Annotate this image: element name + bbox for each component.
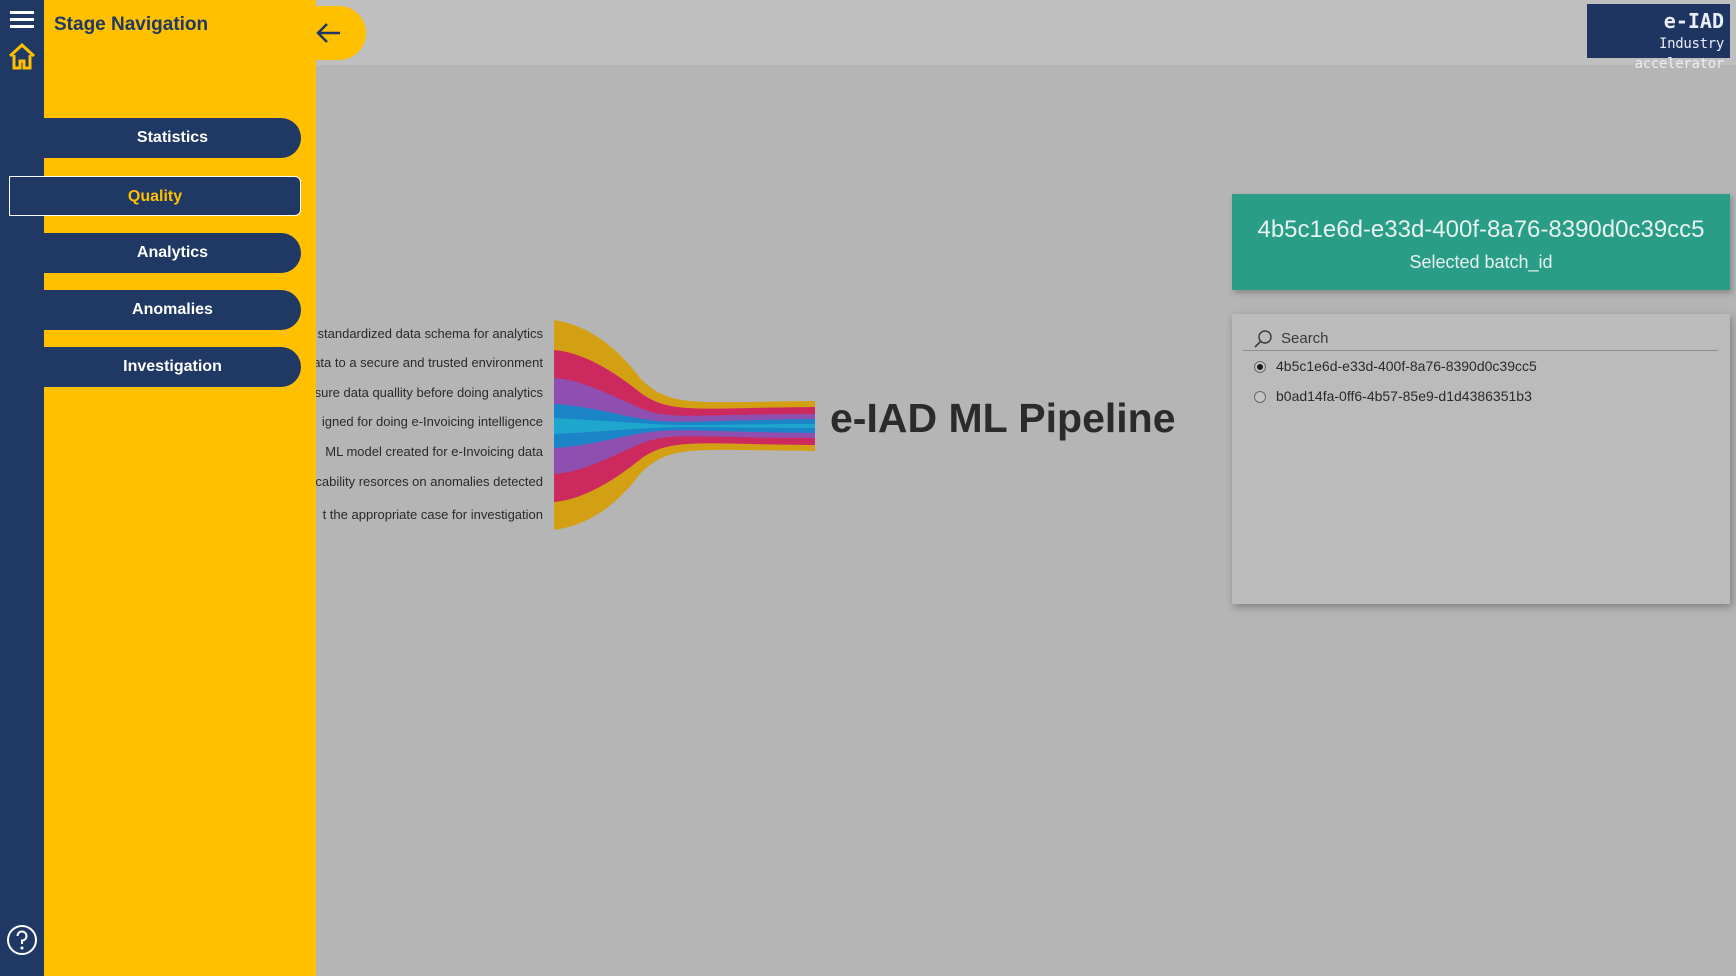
nav-button-statistics[interactable]: Statistics <box>44 118 301 158</box>
panel-title: Stage Navigation <box>54 14 209 35</box>
arrow-left-icon <box>316 23 340 43</box>
eiad-logo: e-IAD Industry accelerator <box>1587 4 1730 72</box>
nav-button-analytics[interactable]: Analytics <box>44 233 301 273</box>
radio-button-selected[interactable] <box>1254 361 1266 373</box>
pipeline-step: t the appropriate case for investigation <box>322 507 543 522</box>
logo-title: e-IAD <box>1663 9 1724 33</box>
side-rail <box>0 0 44 976</box>
collapse-panel-button[interactable] <box>300 6 366 60</box>
hamburger-menu-icon[interactable] <box>4 2 40 38</box>
pipeline-step: cability resorces on anomalies detected <box>316 474 543 489</box>
selected-batch-card: 4b5c1e6d-e33d-400f-8a76-8390d0c39cc5 Sel… <box>1232 194 1730 290</box>
selected-batch-label: Selected batch_id <box>1409 252 1553 272</box>
selected-batch-value: 4b5c1e6d-e33d-400f-8a76-8390d0c39cc5 <box>1257 216 1705 243</box>
nav-button-anomalies[interactable]: Anomalies <box>44 290 301 330</box>
question-mark-icon[interactable] <box>4 922 40 958</box>
batch-option-label: b0ad14fa-0ff6-4b57-85e9-d1d4386351b3 <box>1276 388 1532 404</box>
pipeline-step: ata to a secure and trusted environment <box>316 355 543 370</box>
logo-subtitle: Industry accelerator <box>1634 36 1725 72</box>
pipeline-step: ML model created for e-Invoicing data <box>325 444 543 459</box>
pipeline-step: sure data quallity before doing analytic… <box>316 385 543 400</box>
search-input[interactable] <box>1281 327 1701 349</box>
pipeline-steps: a standardized data schema for analytics… <box>316 320 546 540</box>
home-icon[interactable] <box>4 38 40 74</box>
search-icon <box>1254 330 1272 348</box>
batch-option-label: 4b5c1e6d-e33d-400f-8a76-8390d0c39cc5 <box>1276 358 1537 374</box>
slicer-search <box>1243 325 1718 351</box>
batch-slicer: 4b5c1e6d-e33d-400f-8a76-8390d0c39cc5 b0a… <box>1232 314 1730 604</box>
radio-button[interactable] <box>1254 391 1266 403</box>
nav-button-quality[interactable]: Quality <box>9 176 301 216</box>
pipeline-title: e-IAD ML Pipeline <box>830 395 1176 441</box>
pipeline-step: igned for doing e-Invoicing intelligence <box>321 414 543 429</box>
pipeline-step: a standardized data schema for analytics <box>316 326 543 341</box>
pipeline-funnel-graphic <box>554 320 815 530</box>
nav-button-investigation[interactable]: Investigation <box>44 347 301 387</box>
